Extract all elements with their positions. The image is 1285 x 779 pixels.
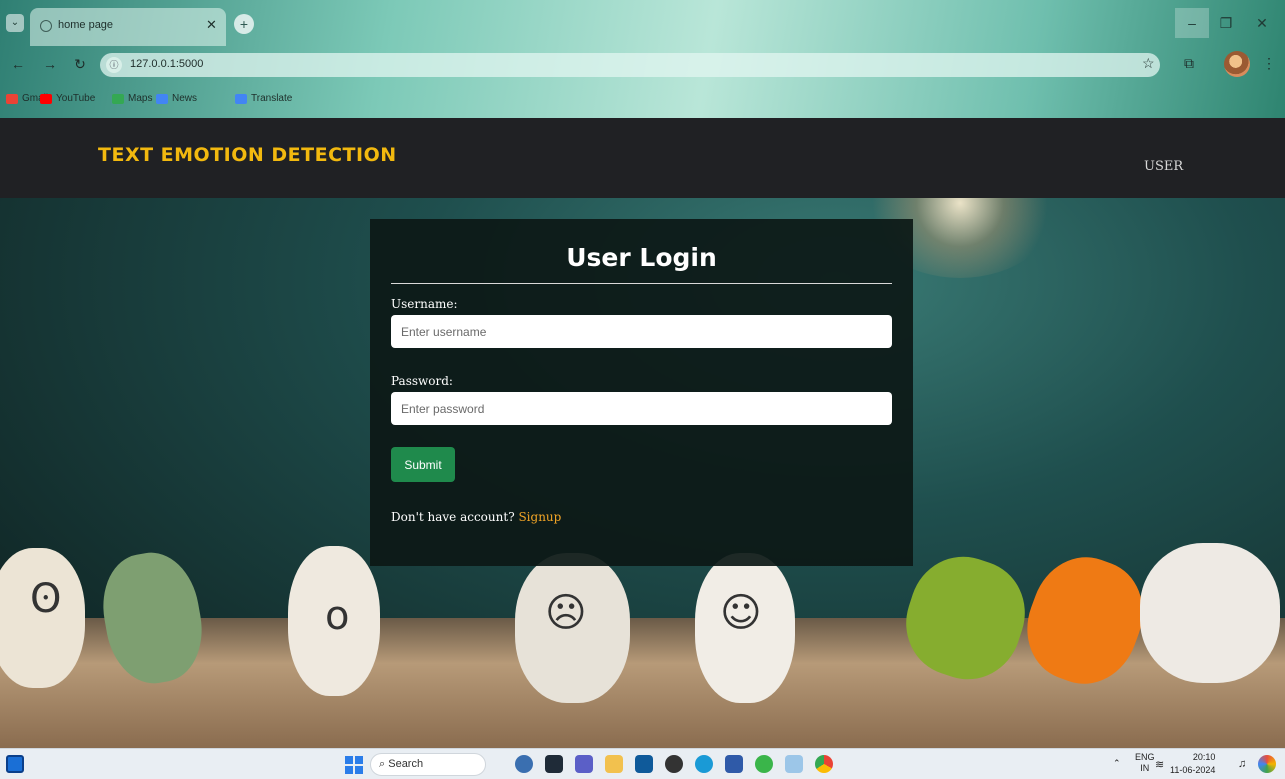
username-label: Username: <box>391 297 458 311</box>
signup-prompt: Don't have account? <box>391 510 515 524</box>
teams-icon[interactable] <box>575 755 593 773</box>
bookmark-star-icon[interactable]: ☆ <box>1142 55 1155 72</box>
sad-face-icon: ☹ <box>545 590 587 636</box>
forward-arrow-icon[interactable]: → <box>40 54 60 74</box>
tab-strip: ⌄ home page ✕ + – ❐ ✕ <box>0 0 1285 46</box>
tray-chevron-icon[interactable]: ⌃ <box>1113 758 1121 769</box>
address-bar-row: ← → ↻ ⓘ 127.0.0.1:5000 ☆ ⧉ ⋮ <box>0 46 1285 86</box>
copilot-icon[interactable] <box>515 755 533 773</box>
bookmark-label: News <box>172 93 198 104</box>
wifi-icon[interactable]: ≋ <box>1155 758 1164 771</box>
bookmark-label: Maps <box>128 93 153 104</box>
bookmark-youtube[interactable]: YouTube <box>40 93 95 104</box>
window-minimize-button[interactable]: – <box>1175 8 1209 38</box>
pill-smirk <box>1140 543 1280 683</box>
app-icon[interactable] <box>665 755 683 773</box>
bookmark-label: YouTube <box>56 93 96 104</box>
translate-icon <box>235 93 247 104</box>
password-label: Password: <box>391 374 453 388</box>
site-info-icon[interactable]: ⓘ <box>106 57 122 73</box>
title-divider <box>391 283 892 284</box>
photos-icon[interactable] <box>785 755 803 773</box>
os-taskbar: ⌕ Search ⌃ ENG IN ≋ 20:10 11-06-2024 ♫ <box>0 748 1285 779</box>
news-icon <box>156 93 168 104</box>
site-header: TEXT EMOTION DETECTION USER <box>0 118 1285 198</box>
gmail-icon <box>6 93 18 104</box>
app-blue-icon[interactable] <box>725 755 743 773</box>
bookmarks-bar: Gmail YouTube Maps News Translate <box>0 88 1285 114</box>
bookmark-maps[interactable]: Maps <box>112 93 152 104</box>
browser-menu-icon[interactable]: ⋮ <box>1262 55 1276 72</box>
new-tab-button[interactable]: + <box>234 14 254 34</box>
globe-icon <box>40 20 52 32</box>
window-close-button[interactable]: ✕ <box>1245 8 1279 38</box>
file-explorer-icon[interactable] <box>605 755 623 773</box>
submit-button[interactable]: Submit <box>391 447 455 482</box>
window-restore-button[interactable]: ❐ <box>1209 8 1243 38</box>
url-text[interactable]: 127.0.0.1:5000 <box>130 58 203 70</box>
youtube-icon <box>40 93 52 104</box>
tab-search-dropdown-icon[interactable]: ⌄ <box>6 14 24 32</box>
bookmark-translate[interactable]: Translate <box>235 93 292 104</box>
language-indicator[interactable]: ENG IN <box>1135 752 1155 774</box>
nav-link-user[interactable]: USER <box>1144 159 1183 174</box>
maps-icon <box>112 93 124 104</box>
language-bottom: IN <box>1140 763 1150 773</box>
start-button-icon[interactable] <box>345 756 363 774</box>
omnibox[interactable]: ⓘ 127.0.0.1:5000 <box>100 53 1160 77</box>
clock-time: 20:10 <box>1192 752 1216 762</box>
worried-face-icon: ʘ <box>30 576 62 622</box>
language-top: ENG <box>1135 752 1155 762</box>
bookmark-news[interactable]: News <box>156 93 197 104</box>
surprised-face-icon: o <box>325 593 350 639</box>
reload-icon[interactable]: ↻ <box>70 54 90 74</box>
taskbar-search[interactable]: ⌕ Search <box>370 753 486 776</box>
password-input[interactable] <box>391 392 892 425</box>
tab-close-icon[interactable]: ✕ <box>206 17 217 33</box>
chrome-icon[interactable] <box>815 755 833 773</box>
profile-avatar[interactable] <box>1224 51 1250 77</box>
taskbar-search-label: Search <box>388 758 424 770</box>
back-arrow-icon[interactable]: ← <box>8 54 28 74</box>
system-clock[interactable]: 20:10 11-06-2024 <box>1170 751 1215 777</box>
happy-face-icon: ☺ <box>720 590 762 636</box>
copilot-color-icon[interactable] <box>1258 755 1276 773</box>
signup-row: Don't have account? Signup <box>391 510 561 524</box>
signup-link[interactable]: Signup <box>518 510 561 524</box>
task-view-icon[interactable] <box>545 755 563 773</box>
widgets-icon[interactable] <box>6 755 24 773</box>
notification-bell-icon[interactable]: ♫ <box>1238 758 1246 770</box>
search-icon: ⌕ <box>379 758 386 770</box>
edge-icon[interactable] <box>695 755 713 773</box>
login-title: User Login <box>566 243 717 272</box>
username-input[interactable] <box>391 315 892 348</box>
site-brand[interactable]: TEXT EMOTION DETECTION <box>98 144 397 166</box>
login-card: User Login Username: Password: Submit Do… <box>370 219 913 566</box>
browser-tab-active[interactable]: home page ✕ <box>30 8 226 46</box>
tab-title: home page <box>58 19 114 31</box>
browser-chrome: ⌄ home page ✕ + – ❐ ✕ ← → ↻ ⓘ 127.0.0.1:… <box>0 0 1285 118</box>
extensions-puzzle-icon[interactable]: ⧉ <box>1184 55 1194 72</box>
bookmark-label: Translate <box>251 93 293 104</box>
whatsapp-icon[interactable] <box>755 755 773 773</box>
store-icon[interactable] <box>635 755 653 773</box>
clock-date: 11-06-2024 <box>1170 765 1216 775</box>
